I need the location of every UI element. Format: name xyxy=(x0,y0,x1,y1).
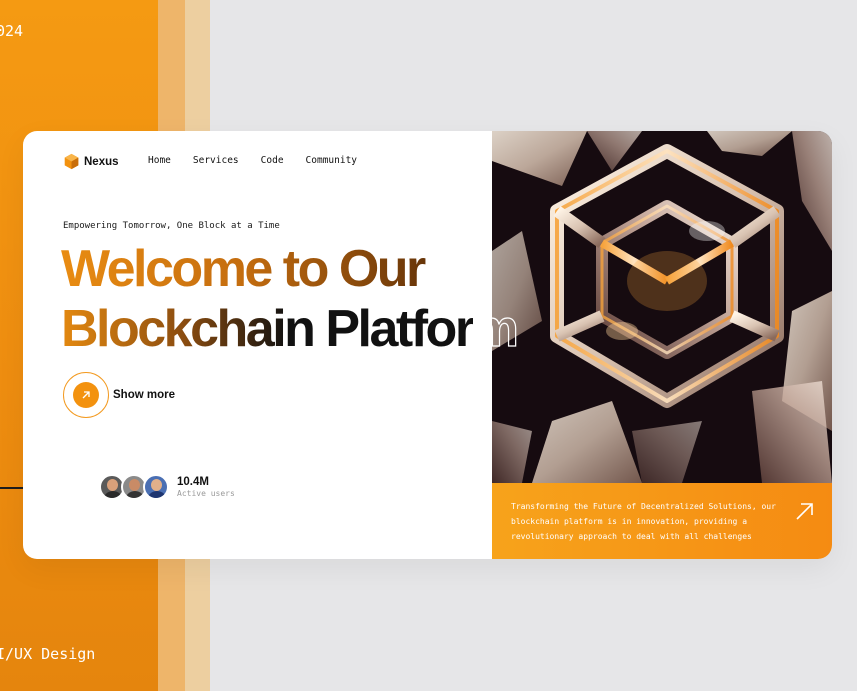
hero-headline: Welcome to Our Blockchain Platform xyxy=(61,239,519,359)
info-panel-text: Transforming the Future of Decentralized… xyxy=(511,502,776,541)
headline-outline-letter: m xyxy=(472,299,519,358)
users-stats: 10.4M Active users xyxy=(177,476,235,498)
headline-line-2: Blockchain Platfor xyxy=(61,300,475,358)
glass-cube-illustration xyxy=(492,131,832,483)
arrow-up-right-icon xyxy=(82,391,90,399)
hero-tagline: Empowering Tomorrow, One Block at a Time xyxy=(63,221,280,231)
brand-logo[interactable]: Nexus xyxy=(63,153,119,170)
main-nav: Home Services Code Community xyxy=(148,155,379,166)
nav-item-services[interactable]: Services xyxy=(193,155,239,166)
hero-glass-cube-image xyxy=(492,131,832,483)
arrow-up-right-icon[interactable] xyxy=(794,500,816,522)
active-users-count: 10.4M xyxy=(177,476,209,488)
show-more-button[interactable]: Show more xyxy=(63,372,175,418)
active-users: 10.4M Active users xyxy=(99,474,235,500)
hexagon-logo-icon xyxy=(64,153,79,170)
nav-item-community[interactable]: Community xyxy=(306,155,357,166)
active-users-label: Active users xyxy=(177,489,235,498)
landing-card: Nexus Home Services Code Community Empow… xyxy=(23,131,832,559)
backdrop-year-text: 024 xyxy=(0,22,24,40)
cta-ring xyxy=(63,372,109,418)
cta-dot xyxy=(73,382,99,408)
headline-line-1: Welcome to Our xyxy=(61,239,516,299)
brand-name: Nexus xyxy=(84,155,119,168)
show-more-label: Show more xyxy=(113,389,175,401)
nav-item-code[interactable]: Code xyxy=(261,155,284,166)
avatar xyxy=(143,474,169,500)
info-panel: Transforming the Future of Decentralized… xyxy=(492,483,832,559)
nav-item-home[interactable]: Home xyxy=(148,155,171,166)
backdrop-caption-text: I/UX Design xyxy=(0,645,96,663)
